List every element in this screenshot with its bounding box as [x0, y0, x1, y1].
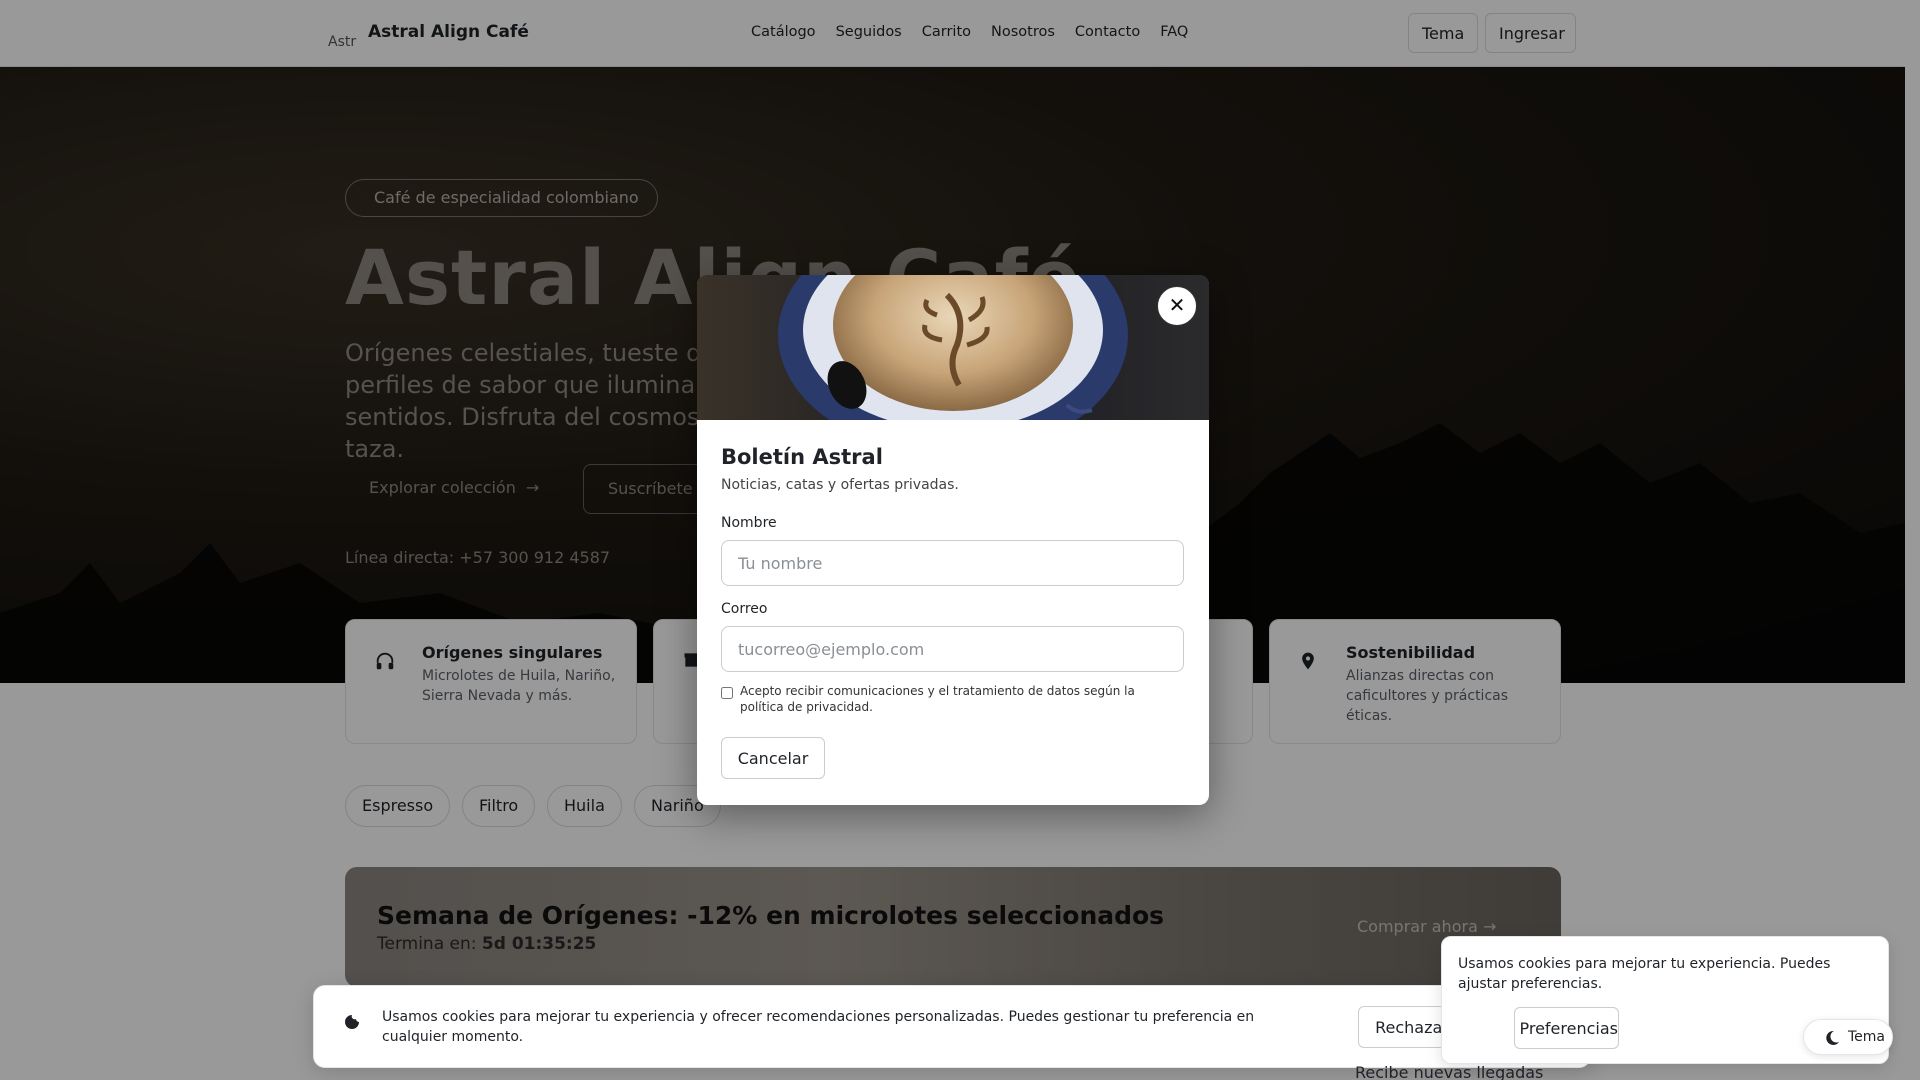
- moon-icon: [1824, 1020, 1840, 1054]
- cookie-icon: [344, 1014, 360, 1034]
- cookie-banner: Usamos cookies para mejorar tu experienc…: [313, 985, 1591, 1068]
- name-input[interactable]: [721, 540, 1184, 586]
- floating-theme-label: Tema: [1848, 1029, 1886, 1045]
- name-label: Nombre: [721, 515, 777, 531]
- newsletter-modal: ✕ Boletín Astral Noticias, catas y ofert…: [697, 275, 1209, 805]
- consent-checkbox[interactable]: [721, 687, 733, 699]
- cancel-button[interactable]: Cancelar: [721, 737, 825, 779]
- cookie-text: Usamos cookies para mejorar tu experienc…: [382, 1009, 1255, 1045]
- modal-title: Boletín Astral: [721, 445, 883, 469]
- email-input[interactable]: [721, 626, 1184, 672]
- coffee-cup-image: [697, 275, 1209, 420]
- newsletter-teaser: Recibe nuevas llegadas: [1355, 1063, 1544, 1080]
- modal-subtitle: Noticias, catas y ofertas privadas.: [721, 477, 959, 493]
- consent-text: Acepto recibir comunicaciones y el trata…: [740, 684, 1135, 714]
- preferences-button[interactable]: Preferencias: [1514, 1007, 1619, 1049]
- close-icon[interactable]: ✕: [1157, 286, 1197, 326]
- cookie-popup-text: Usamos cookies para mejorar tu experienc…: [1458, 956, 1831, 992]
- email-label: Correo: [721, 601, 768, 617]
- consent-row: Acepto recibir comunicaciones y el trata…: [721, 683, 1181, 715]
- floating-theme-toggle[interactable]: Tema: [1803, 1019, 1893, 1055]
